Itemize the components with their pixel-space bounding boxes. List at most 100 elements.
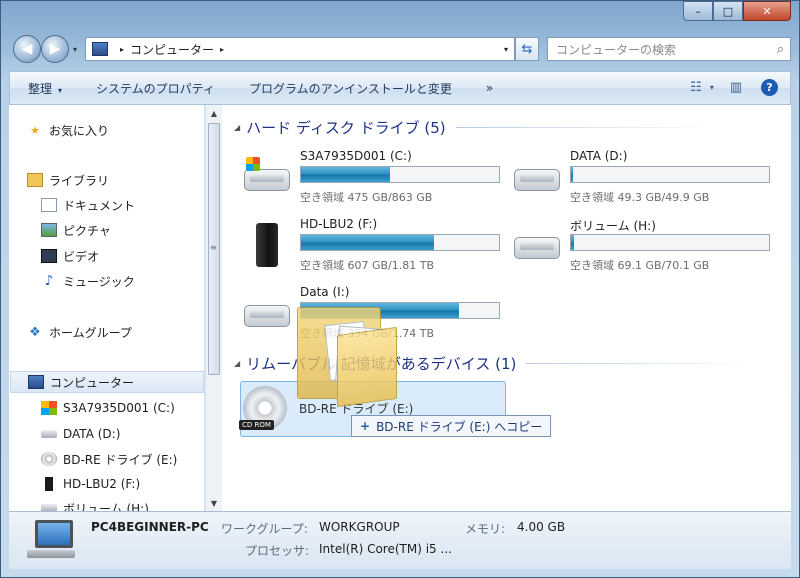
close-button[interactable]: ✕ <box>743 1 791 21</box>
workgroup-label: ワークグループ: <box>221 522 308 536</box>
breadcrumb-separator-icon[interactable]: ▸ <box>220 45 224 54</box>
drive-tile-c[interactable]: S3A7935D001 (C:) 空き領域 475 GB/863 GB <box>242 149 502 209</box>
nav-videos[interactable]: ビデオ <box>41 245 99 267</box>
nav-drive-d[interactable]: DATA (D:) <box>41 423 120 445</box>
drive-free-space: 空き領域 69.1 GB/70.1 GB <box>570 259 710 272</box>
uninstall-programs-button[interactable]: プログラムのアンインストールと変更 <box>249 80 452 97</box>
nav-drive-f[interactable]: HD-LBU2 (F:) <box>41 473 140 495</box>
search-icon[interactable]: ⌕ <box>777 42 784 57</box>
star-icon: ★ <box>30 123 40 137</box>
drive-name: S3A7935D001 (C:) <box>300 149 412 163</box>
nav-pictures[interactable]: ピクチャ <box>41 219 111 241</box>
breadcrumb-separator-icon[interactable]: ▸ <box>120 45 124 54</box>
chevron-down-icon: ▾ <box>58 85 63 95</box>
computer-name: PC4BEGINNER-PC <box>91 520 209 534</box>
system-properties-button[interactable]: システムのプロパティ <box>96 80 215 97</box>
recent-pages-dropdown[interactable]: ▾ <box>73 45 77 54</box>
search-input[interactable]: コンピューターの検索 ⌕ <box>547 37 791 61</box>
drive-name: ボリューム (H:) <box>570 219 656 233</box>
preview-pane-icon: ▥ <box>729 80 743 95</box>
navigation-pane: ★ お気に入り ライブラリ ドキュメント ピクチャ ビデオ ♪ ミュージック ❖ ホー… <box>9 105 205 511</box>
details-pane: PC4BEGINNER-PC ワークグループ: WORKGROUP メモリ: 4… <box>9 511 791 569</box>
hard-drive-icon <box>41 504 57 511</box>
scroll-grip-icon: ≡ <box>210 243 217 252</box>
hard-drive-icon <box>512 157 562 193</box>
dragged-folder-icon <box>297 301 401 408</box>
organize-button[interactable]: 整理 ▾ <box>28 80 62 97</box>
collapse-triangle-icon[interactable]: ◢ <box>234 359 240 368</box>
drive-free-space: 空き領域 475 GB/863 GB <box>300 191 433 204</box>
address-dropdown-icon[interactable]: ▾ <box>504 45 508 54</box>
forward-button[interactable]: ▶ <box>41 35 69 63</box>
breadcrumb-computer[interactable]: コンピューター <box>130 41 214 58</box>
processor-label: プロセッサ: <box>245 544 310 558</box>
help-button[interactable]: ? <box>761 79 778 96</box>
picture-icon <box>41 223 57 237</box>
view-icon: ☷ <box>690 80 702 95</box>
nav-documents[interactable]: ドキュメント <box>41 194 135 216</box>
homegroup-icon: ❖ <box>29 324 41 340</box>
drive-free-space: 空き領域 607 GB/1.81 TB <box>300 259 435 272</box>
preview-pane-button[interactable]: ▥ <box>727 80 745 96</box>
nav-drive-h[interactable]: ボリューム (H:) <box>41 497 149 511</box>
disc-drive-icon <box>41 452 57 466</box>
external-drive-icon <box>242 223 292 267</box>
drive-tile-d[interactable]: DATA (D:) 空き領域 49.3 GB/49.9 GB <box>512 149 772 209</box>
group-divider <box>455 127 716 128</box>
command-bar: 整理 ▾ システムのプロパティ プログラムのアンインストールと変更 » ☷ ▾ ▥ … <box>9 71 791 105</box>
caption-buttons: – □ ✕ <box>683 1 791 21</box>
back-arrow-icon: ◀ <box>21 41 33 57</box>
chevron-down-icon: ▾ <box>709 83 714 92</box>
nav-drive-e[interactable]: BD-RE ドライブ (E:) <box>41 448 177 470</box>
nav-drive-c[interactable]: S3A7935D001 (C:) <box>41 397 175 419</box>
drive-tile-f[interactable]: HD-LBU2 (F:) 空き領域 607 GB/1.81 TB <box>242 217 502 277</box>
change-view-button[interactable]: ☷ ▾ <box>690 80 714 96</box>
drive-name: Data (I:) <box>300 285 350 299</box>
memory-value: 4.00 GB <box>517 520 566 534</box>
drag-copy-tooltip: + BD-RE ドライブ (E:) へコピー <box>351 415 552 437</box>
drive-usage-bar <box>300 234 500 251</box>
library-icon <box>27 173 43 187</box>
drive-name: HD-LBU2 (F:) <box>300 217 378 231</box>
help-icon: ? <box>766 81 773 94</box>
nav-scrollbar[interactable]: ▲ ≡ ▼ <box>205 105 222 511</box>
hard-drive-icon <box>242 293 292 329</box>
nav-homegroup[interactable]: ❖ ホームグループ <box>27 321 132 343</box>
system-drive-icon <box>41 401 57 415</box>
video-icon <box>41 249 57 263</box>
minimize-button[interactable]: – <box>683 1 713 21</box>
nav-favorites[interactable]: ★ お気に入り <box>27 119 109 141</box>
collapse-triangle-icon[interactable]: ◢ <box>234 123 240 132</box>
group-divider <box>526 363 757 364</box>
disc-icon: CD ROM <box>239 386 287 430</box>
nav-computer[interactable]: コンピューター <box>10 371 204 393</box>
system-drive-icon <box>242 157 292 193</box>
drive-free-space: 空き領域 49.3 GB/49.9 GB <box>570 191 710 204</box>
document-icon <box>41 198 57 212</box>
group-hard-disk-drives[interactable]: ◢ ハード ディスク ドライブ (5) <box>234 117 716 138</box>
back-button[interactable]: ◀ <box>13 35 41 63</box>
drive-usage-bar <box>300 166 500 183</box>
music-note-icon: ♪ <box>44 273 54 289</box>
computer-icon <box>92 42 108 56</box>
nav-music[interactable]: ♪ ミュージック <box>41 270 135 292</box>
drive-tile-h[interactable]: ボリューム (H:) 空き領域 69.1 GB/70.1 GB <box>512 217 772 277</box>
plus-icon: + <box>360 419 371 433</box>
drive-usage-bar <box>570 166 770 183</box>
scroll-down-icon[interactable]: ▼ <box>206 495 222 511</box>
computer-icon <box>27 520 77 560</box>
hard-drive-icon <box>41 430 57 438</box>
explorer-window: – □ ✕ ◀ ▶ ▾ ▸ コンピューター ▸ ▾ ⇆ コンピューターの検索 ⌕… <box>0 0 800 578</box>
address-bar[interactable]: ▸ コンピューター ▸ ▾ <box>85 37 515 61</box>
hard-drive-icon <box>512 225 562 261</box>
drive-name: DATA (D:) <box>570 149 628 163</box>
drive-usage-bar <box>570 234 770 251</box>
refresh-button[interactable]: ⇆ <box>515 37 539 61</box>
more-commands-button[interactable]: » <box>486 81 493 95</box>
search-placeholder: コンピューターの検索 <box>556 42 677 57</box>
workgroup-value: WORKGROUP <box>319 520 400 534</box>
maximize-button[interactable]: □ <box>713 1 743 21</box>
scroll-up-icon[interactable]: ▲ <box>206 105 222 121</box>
refresh-icon: ⇆ <box>521 41 533 57</box>
nav-libraries[interactable]: ライブラリ <box>27 169 109 191</box>
